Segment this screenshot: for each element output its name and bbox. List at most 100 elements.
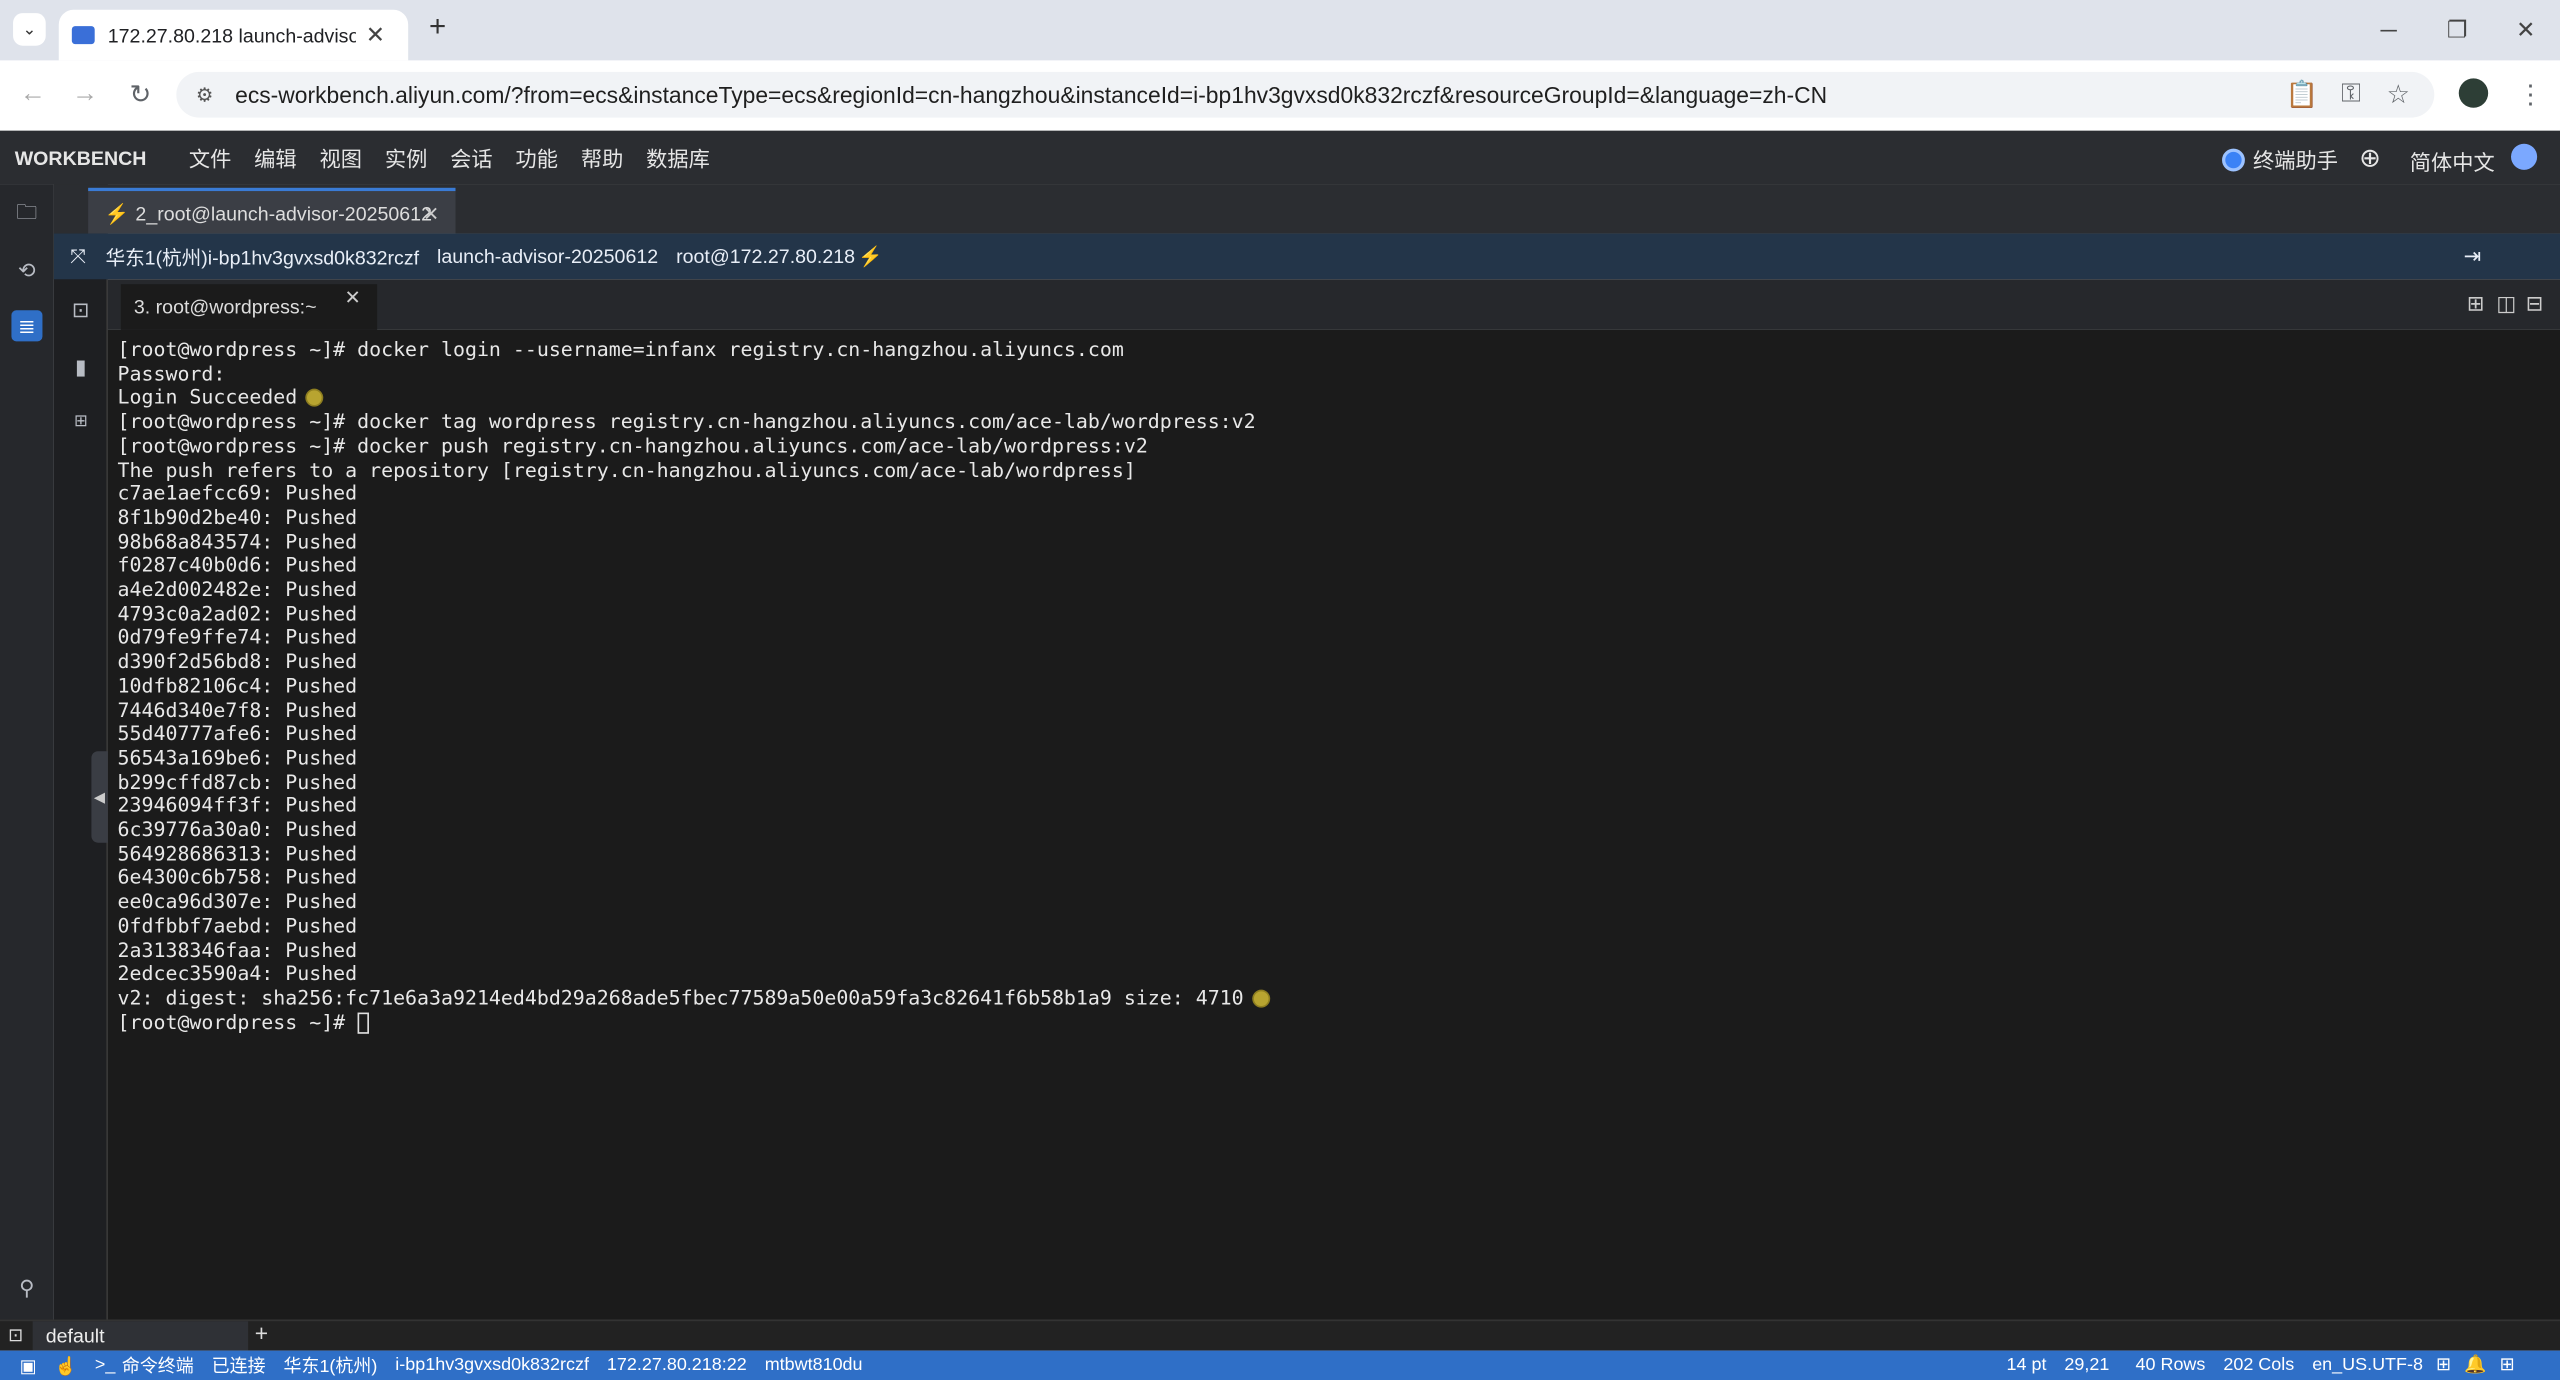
bell-icon[interactable]: 🔔 <box>2464 1354 2486 1376</box>
menu-database[interactable]: 数据库 <box>646 142 710 173</box>
status-font-size[interactable]: 14 pt <box>2007 1355 2047 1375</box>
status-cursor: 29,21 <box>2064 1354 2110 1375</box>
terminal-output[interactable]: [root@wordpress ~]# docker login --usern… <box>107 329 2560 1320</box>
menu-instance[interactable]: 实例 <box>385 142 427 173</box>
terminal-line: 7446d340e7f8: Pushed <box>118 698 1269 722</box>
grid-icon[interactable]: ⊞ <box>65 407 96 438</box>
workbench-menubar: WORKBENCH 文件 编辑 视图 实例 会话 功能 帮助 数据库 终端助手 … <box>0 130 2560 185</box>
file-icon[interactable]: ▮ <box>65 351 96 382</box>
tab-search-button[interactable]: ⌄ <box>13 13 46 46</box>
menu-function[interactable]: 功能 <box>516 142 558 173</box>
menu-file[interactable]: 文件 <box>189 142 231 173</box>
terminal-line-text: 7446d340e7f8: Pushed <box>117 698 358 722</box>
terminal-line: b299cffd87cb: Pushed <box>118 770 1269 794</box>
terminal-line: 56543a169be6: Pushed <box>118 746 1269 770</box>
profile-bar: ⊡ <box>0 1319 2560 1351</box>
add-circle-icon[interactable]: ⊕ <box>2359 142 2381 175</box>
minimize-button[interactable]: ─ <box>2351 0 2426 59</box>
terminal-line: 23946094ff3f: Pushed <box>118 794 1269 818</box>
menu-edit[interactable]: 编辑 <box>254 142 296 173</box>
profile-tab[interactable]: default <box>32 1321 249 1351</box>
profile-avatar[interactable] <box>2458 78 2489 108</box>
connection-icon: ⚡ <box>858 244 883 268</box>
terminal-line: 2a3138346faa: Pushed <box>118 938 1269 962</box>
add-profile-button[interactable]: + <box>255 1320 268 1346</box>
terminal-line-text: Password: <box>117 362 226 385</box>
language-selector[interactable]: 简体中文 <box>2410 145 2495 176</box>
terminal-line-text: 0fdfbbf7aebd: Pushed <box>117 914 358 938</box>
terminal-line: 2edcec3590a4: Pushed <box>118 962 1269 986</box>
browser-tab-strip: ⌄ 172.27.80.218 launch-advisor ✕ + ─ ❐ ✕ <box>0 0 2560 61</box>
status-encoding[interactable]: en_US.UTF-8 <box>2312 1355 2423 1375</box>
close-tab-icon[interactable]: ✕ <box>366 21 385 49</box>
instance-info-bar: ⤧ 华东1(杭州)i-bp1hv3gvxsd0k832rczf launch-a… <box>53 233 2560 280</box>
left-sidebar: 🗀 ⟲ ≣ ⚲ <box>0 184 54 1322</box>
address-bar[interactable]: ⚙ ecs-workbench.aliyun.com/?from=ecs&ins… <box>176 71 2435 118</box>
collapse-panel-handle[interactable]: ◀ <box>91 751 108 843</box>
terminal-line: The push refers to a repository [registr… <box>118 458 1269 482</box>
close-terminal-tab-icon[interactable]: ✕ <box>344 274 360 320</box>
restore-button[interactable]: ❐ <box>2420 0 2495 59</box>
back-button[interactable]: ← <box>13 75 52 114</box>
layout-icon[interactable]: ⊞ <box>2436 1354 2451 1376</box>
status-cols: 202 Cols <box>2223 1354 2295 1375</box>
terminal-line-text: d390f2d56bd8: Pushed <box>117 650 358 674</box>
fullscreen-icon[interactable]: ⤧ <box>70 244 86 268</box>
session-tab-label: 2_root@launch-advisor-20250612 <box>135 202 432 226</box>
add-pane-icon[interactable]: ⊞ <box>2467 291 2485 317</box>
split-horizontal-icon[interactable]: ⊟ <box>2526 291 2544 317</box>
close-window-button[interactable]: ✕ <box>2488 0 2560 59</box>
bookmark-star-icon[interactable]: ☆ <box>2379 75 2418 114</box>
terminal-line: 98b68a843574: Pushed <box>118 530 1269 554</box>
terminal-line: 4793c0a2ad02: Pushed <box>118 602 1269 626</box>
status-right: 14 pt 29,21 40 Rows 202 Cols en_US.UTF-8… <box>2007 1354 2533 1375</box>
menu-session[interactable]: 会话 <box>450 142 492 173</box>
close-session-icon[interactable]: ✕ <box>423 191 439 237</box>
lightbulb-hint-icon[interactable] <box>1253 991 1269 1006</box>
session-tab[interactable]: ⚡ 2_root@launch-advisor-20250612 ✕ <box>88 187 456 237</box>
terminal-line-text: 8f1b90d2be40: Pushed <box>117 506 358 530</box>
reload-button[interactable]: ↻ <box>121 75 160 114</box>
terminal-line: [root@wordpress ~]# docker push registry… <box>118 434 1269 458</box>
browser-tab[interactable]: 172.27.80.218 launch-advisor ✕ <box>58 9 409 61</box>
prompt-icon: >_ <box>94 1355 116 1376</box>
terminal-assistant-button[interactable]: 终端助手 <box>2222 144 2338 175</box>
instance-name: launch-advisor-20250612 <box>437 244 659 268</box>
new-tab-button[interactable]: + <box>421 10 454 49</box>
assistant-label: 终端助手 <box>2253 148 2338 174</box>
terminal-line: c7ae1aefcc69: Pushed <box>118 482 1269 506</box>
clipboard-icon[interactable]: 📋 <box>2282 75 2321 114</box>
menu-view[interactable]: 视图 <box>320 142 362 173</box>
session-link-icon: ⚡ <box>104 202 129 226</box>
pin-icon[interactable]: ⚲ <box>11 1272 42 1303</box>
history-icon[interactable]: ⟲ <box>11 255 42 286</box>
lightbulb-hint-icon[interactable] <box>307 390 322 406</box>
terminal-line: ee0ca96d307e: Pushed <box>118 890 1269 914</box>
site-info-icon[interactable]: ⚙ <box>196 72 214 118</box>
split-vertical-icon[interactable]: ◫ <box>2496 291 2516 317</box>
terminal-line: d390f2d56bd8: Pushed <box>118 650 1269 674</box>
terminal-tab[interactable]: 3. root@wordpress:~ ✕ <box>120 284 378 330</box>
url-text: ecs-workbench.aliyun.com/?from=ecs&insta… <box>235 81 1828 108</box>
terminal-cursor <box>357 1012 369 1034</box>
key-icon[interactable]: ⚿ <box>2331 75 2370 114</box>
terminal-line: 55d40777afe6: Pushed <box>118 722 1269 746</box>
terminal-line: Login Succeeded <box>118 386 1269 410</box>
disconnect-icon[interactable]: ⇥ <box>2464 243 2482 269</box>
menu-help[interactable]: 帮助 <box>581 142 623 173</box>
terminal-line-text: 6c39776a30a0: Pushed <box>117 818 358 842</box>
chevron-down-icon: ⌄ <box>22 20 37 39</box>
hand-icon: ☝ <box>54 1356 77 1376</box>
folder-icon[interactable]: 🗀 <box>11 198 42 230</box>
terminal-small-icon[interactable]: ⊡ <box>8 1324 23 1346</box>
status-address: 172.27.80.218:22 <box>606 1355 747 1376</box>
terminal-line-text: f0287c40b0d6: Pushed <box>117 554 358 578</box>
user-avatar[interactable] <box>2511 143 2538 170</box>
settings-grid-icon[interactable]: ⊞ <box>2500 1354 2515 1376</box>
browser-menu-icon[interactable]: ⋮ <box>2511 75 2550 114</box>
server-list-icon[interactable]: ≣ <box>11 310 43 342</box>
terminal-icon[interactable]: ⊡ <box>65 294 96 325</box>
forward-button[interactable]: → <box>65 75 104 114</box>
terminal-line: 6e4300c6b758: Pushed <box>118 866 1269 890</box>
status-rows: 40 Rows <box>2135 1354 2206 1375</box>
